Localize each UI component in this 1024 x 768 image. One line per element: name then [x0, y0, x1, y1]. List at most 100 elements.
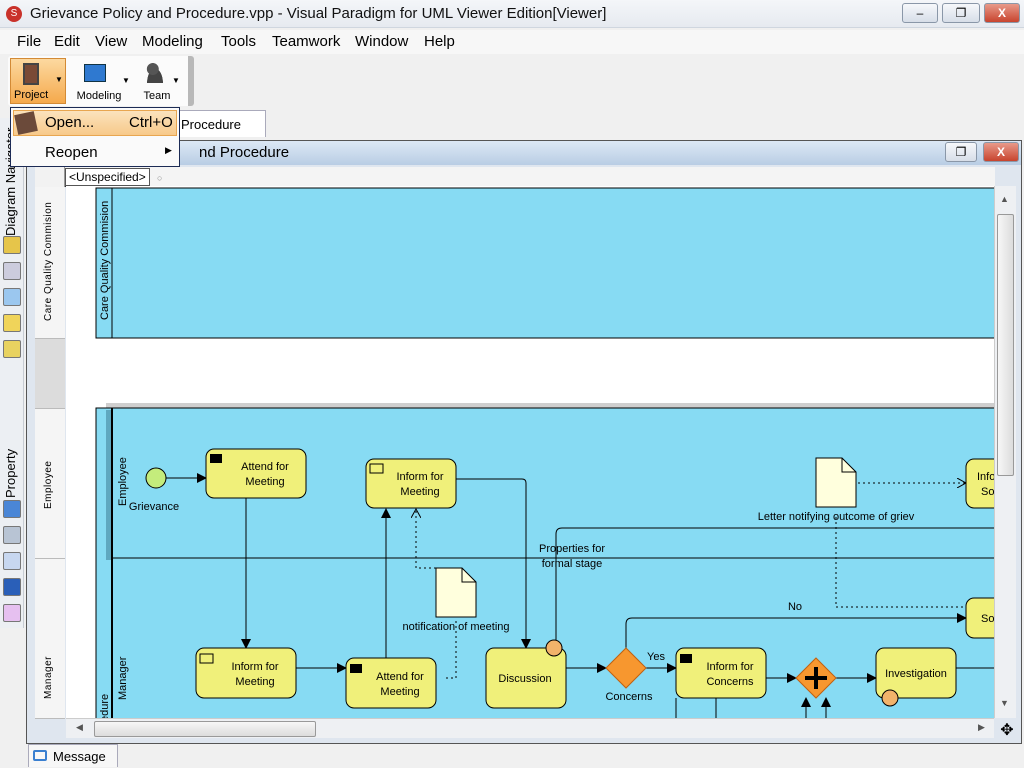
task-partial-2[interactable]: So	[965, 597, 994, 639]
logical-view-icon[interactable]	[3, 288, 21, 306]
svg-text:Meeting: Meeting	[380, 686, 419, 698]
task-mgr-inform[interactable]: Inform for Meeting	[195, 647, 297, 699]
column-header: <Unspecified> ○	[65, 167, 995, 187]
row-header-manager[interactable]: Manager	[35, 559, 65, 719]
pool-care-quality[interactable]	[95, 187, 994, 339]
chevron-down-icon[interactable]: ▼	[122, 76, 130, 85]
search-icon[interactable]	[3, 340, 21, 358]
row-header-employee[interactable]: Employee	[35, 409, 65, 559]
scroll-up-icon[interactable]: ▲	[1000, 194, 1009, 204]
lane-label-manager: Manager	[117, 656, 129, 700]
diagram-close-button[interactable]: X	[983, 142, 1019, 162]
menu-tools[interactable]: Tools	[221, 33, 256, 50]
project-label: Project	[14, 89, 49, 101]
menu-item-reopen[interactable]: Reopen ▶	[13, 140, 177, 166]
task-emp-attend[interactable]: Attend for Meeting	[205, 448, 307, 499]
diagram-canvas[interactable]: Care Quality Commision edure Employee Ma…	[66, 186, 994, 718]
open-label: Open...	[45, 114, 95, 131]
stereotype-icon[interactable]	[3, 578, 21, 596]
scroll-left-icon[interactable]: ◀	[76, 722, 83, 733]
project-button[interactable]: ▼ Project	[10, 58, 66, 104]
message-tab-label: Message	[53, 749, 106, 764]
svg-text:Concerns: Concerns	[706, 676, 754, 688]
chevron-down-icon[interactable]: ▼	[55, 75, 63, 84]
task-emp-inform[interactable]: Inform for Meeting	[365, 458, 457, 509]
model-explorer-icon[interactable]	[3, 236, 21, 254]
svg-text:Meeting: Meeting	[400, 486, 439, 498]
pool-label: Care Quality Commision	[99, 201, 111, 320]
task-inform-concerns[interactable]: Inform for Concerns	[675, 647, 767, 699]
left-dock: Diagram Navigator Property	[0, 118, 24, 628]
data-object-label: notification of meeting	[402, 621, 509, 633]
minimize-button[interactable]: –	[902, 3, 938, 23]
overview-icon[interactable]	[3, 526, 21, 544]
bpmn-diagram: Care Quality Commision edure Employee Ma…	[95, 187, 994, 718]
menu-teamwork[interactable]: Teamwork	[272, 33, 340, 50]
menu-help[interactable]: Help	[424, 33, 455, 50]
gateway-label: Concerns	[605, 691, 653, 703]
diagram-icon	[84, 64, 106, 82]
layers-icon[interactable]	[3, 604, 21, 622]
team-icon	[144, 63, 166, 83]
property-tab[interactable]: Property	[3, 449, 18, 498]
svg-text:Discussion: Discussion	[498, 673, 551, 685]
open-book-icon	[14, 111, 38, 135]
svg-text:So: So	[981, 486, 994, 498]
menu-file[interactable]: File	[17, 33, 41, 50]
scroll-right-icon[interactable]: ▶	[978, 722, 985, 733]
diagram-window-title: nd Procedure	[199, 144, 290, 161]
class-repository-icon[interactable]	[3, 262, 21, 280]
project-menu: Open... Ctrl+O Reopen ▶	[10, 107, 180, 167]
start-event[interactable]	[145, 467, 167, 489]
menu-modeling[interactable]: Modeling	[142, 33, 203, 50]
menu-edit[interactable]: Edit	[54, 33, 80, 50]
chevron-down-icon[interactable]: ▼	[172, 76, 180, 85]
conditional-event-icon	[881, 689, 899, 707]
documentation-icon[interactable]	[3, 552, 21, 570]
menu-window[interactable]: Window	[355, 33, 408, 50]
message-icon	[33, 750, 47, 761]
task-partial-1[interactable]: Info So	[965, 458, 994, 509]
message-tab[interactable]: Message	[28, 744, 118, 767]
scroll-down-icon[interactable]: ▼	[1000, 698, 1009, 708]
toolbar: ▼ Project ▼ Modeling ▼ Team	[8, 56, 194, 106]
flow-label-no: No	[788, 601, 802, 613]
svg-text:So: So	[981, 613, 994, 625]
horizontal-scrollbar[interactable]: ◀ ▶	[66, 718, 994, 738]
row-header-care-quality[interactable]: Care Quality Commision	[35, 187, 65, 339]
svg-text:Meeting: Meeting	[235, 676, 274, 688]
flow-label-yes: Yes	[647, 651, 665, 663]
menu-view[interactable]: View	[95, 33, 127, 50]
data-object-letter[interactable]	[815, 457, 857, 508]
diagram-tab[interactable]: Procedure	[170, 110, 266, 137]
menu-bar: File Edit View Modeling Tools Teamwork W…	[0, 30, 1024, 54]
row-header: Care Quality Commision Employee Manager	[35, 167, 65, 719]
svg-text:Attend for: Attend for	[376, 671, 424, 683]
task-discussion[interactable]: Discussion	[485, 639, 567, 709]
message-filled-icon	[210, 454, 222, 463]
restore-button[interactable]: ❐	[942, 3, 980, 23]
data-object-notification[interactable]	[435, 567, 477, 618]
svg-text:Meeting: Meeting	[245, 476, 284, 488]
horizontal-scroll-thumb[interactable]	[94, 721, 316, 737]
property-icon[interactable]	[3, 500, 21, 518]
modeling-button[interactable]: ▼ Modeling	[70, 58, 130, 104]
team-button[interactable]: ▼ Team	[132, 58, 182, 104]
task-mgr-attend[interactable]: Attend for Meeting	[345, 657, 437, 709]
menu-item-open[interactable]: Open... Ctrl+O	[13, 110, 177, 136]
unspecified-column-header[interactable]: <Unspecified>	[65, 168, 150, 186]
diagram-backlog-icon[interactable]	[3, 314, 21, 332]
vertical-scrollbar[interactable]: ▲ ▼	[994, 186, 1016, 718]
annotation-label: formal stage	[542, 558, 603, 570]
row-header-label: Manager	[43, 656, 54, 699]
task-investigation[interactable]: Investigation	[875, 647, 957, 707]
diagram-restore-button[interactable]: ❐	[945, 142, 977, 162]
vertical-scroll-thumb[interactable]	[997, 214, 1014, 476]
svg-text:Attend for: Attend for	[241, 461, 289, 473]
lane-label-employee: Employee	[117, 457, 129, 506]
svg-text:Info: Info	[977, 471, 994, 483]
close-button[interactable]: X	[984, 3, 1020, 23]
row-header-label: Care Quality Commision	[43, 201, 54, 321]
pan-icon[interactable]: ✥	[996, 720, 1018, 740]
reopen-label: Reopen	[45, 144, 98, 161]
